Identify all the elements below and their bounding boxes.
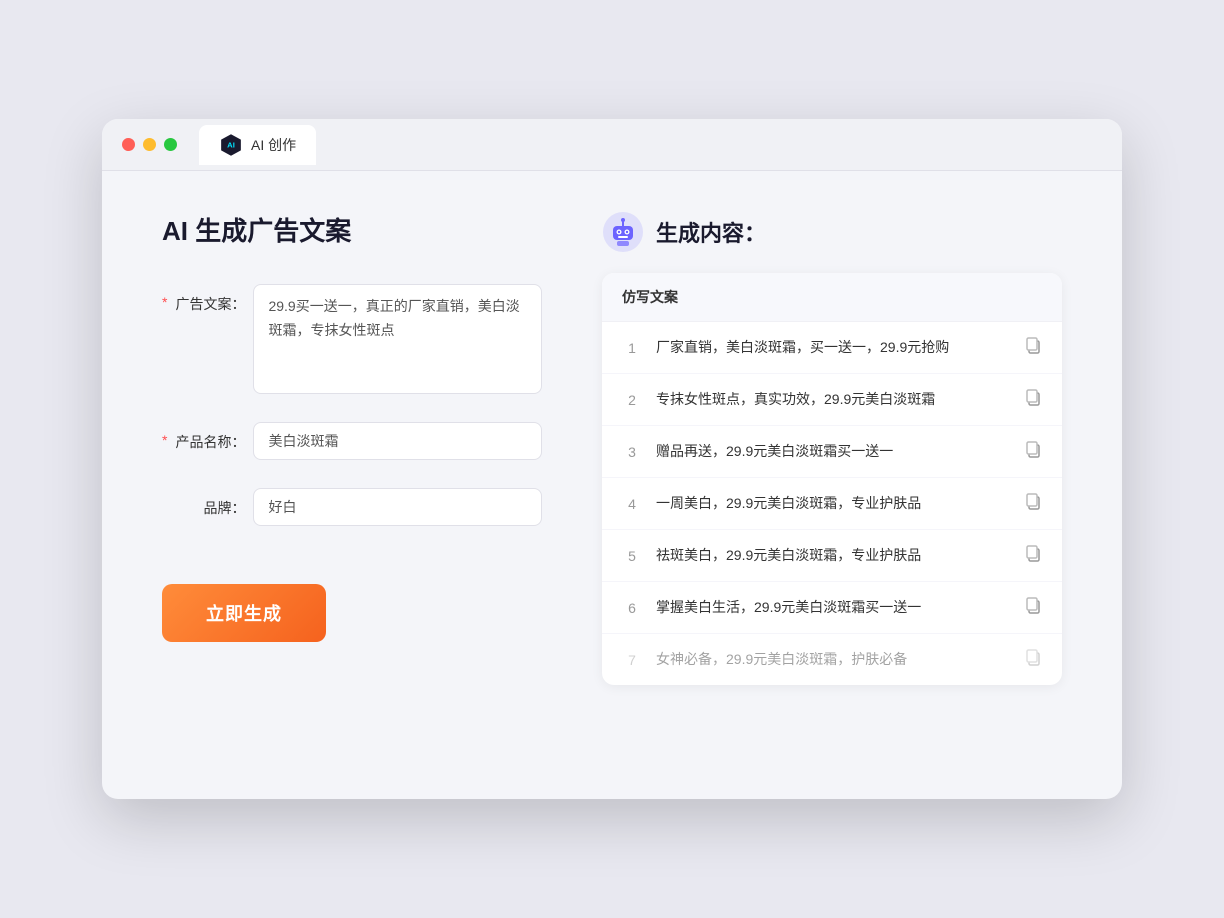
tab-label: AI 创作: [251, 135, 296, 155]
row-number: 7: [622, 652, 642, 668]
copy-icon[interactable]: [1024, 388, 1042, 411]
ad-copy-textarea[interactable]: 29.9买一送一，真正的厂家直销，美白淡斑霜，专抹女性斑点: [253, 284, 542, 394]
title-bar: AI AI 创作: [102, 119, 1122, 171]
result-row: 7 女神必备，29.9元美白淡斑霜，护肤必备: [602, 634, 1062, 685]
bot-icon: [602, 211, 644, 253]
row-text: 掌握美白生活，29.9元美白淡斑霜买一送一: [656, 597, 1010, 618]
row-text: 祛斑美白，29.9元美白淡斑霜，专业护肤品: [656, 545, 1010, 566]
right-panel: 生成内容： 仿写文案 1 厂家直销，美白淡斑霜，买一送一，29.9元抢购 2 专抹女…: [602, 211, 1062, 685]
result-row: 6 掌握美白生活，29.9元美白淡斑霜买一送一: [602, 582, 1062, 634]
brand-group: * 品牌： 好白: [162, 488, 542, 526]
results-container: 1 厂家直销，美白淡斑霜，买一送一，29.9元抢购 2 专抹女性斑点，真实功效，29…: [602, 322, 1062, 685]
result-row: 3 赠品再送，29.9元美白淡斑霜买一送一: [602, 426, 1062, 478]
result-row: 5 祛斑美白，29.9元美白淡斑霜，专业护肤品: [602, 530, 1062, 582]
minimize-button[interactable]: [143, 138, 156, 151]
copy-icon[interactable]: [1024, 544, 1042, 567]
ad-copy-label: 广告文案：: [175, 284, 245, 314]
results-header: 仿写文案: [602, 273, 1062, 322]
row-number: 1: [622, 340, 642, 356]
main-content: AI 生成广告文案 * 广告文案： 29.9买一送一，真正的厂家直销，美白淡斑霜…: [102, 171, 1122, 725]
row-text: 一周美白，29.9元美白淡斑霜，专业护肤品: [656, 493, 1010, 514]
product-name-input[interactable]: 美白淡斑霜: [253, 422, 542, 460]
product-name-required-star: *: [162, 422, 167, 448]
row-number: 3: [622, 444, 642, 460]
product-name-label: 产品名称：: [175, 422, 245, 452]
page-title: AI 生成广告文案: [162, 211, 542, 248]
row-number: 2: [622, 392, 642, 408]
ad-copy-group: * 广告文案： 29.9买一送一，真正的厂家直销，美白淡斑霜，专抹女性斑点: [162, 284, 542, 394]
copy-icon[interactable]: [1024, 336, 1042, 359]
copy-icon[interactable]: [1024, 648, 1042, 671]
brand-spacer: *: [162, 488, 167, 514]
maximize-button[interactable]: [164, 138, 177, 151]
copy-icon[interactable]: [1024, 440, 1042, 463]
copy-icon[interactable]: [1024, 492, 1042, 515]
ad-copy-required-star: *: [162, 284, 167, 310]
row-number: 6: [622, 600, 642, 616]
close-button[interactable]: [122, 138, 135, 151]
row-number: 4: [622, 496, 642, 512]
result-row: 1 厂家直销，美白淡斑霜，买一送一，29.9元抢购: [602, 322, 1062, 374]
svg-text:AI: AI: [227, 140, 235, 149]
brand-input[interactable]: 好白: [253, 488, 542, 526]
row-number: 5: [622, 548, 642, 564]
ai-logo-icon: AI: [219, 133, 243, 157]
results-table: 仿写文案 1 厂家直销，美白淡斑霜，买一送一，29.9元抢购 2 专抹女性斑点，真实…: [602, 273, 1062, 685]
generate-button[interactable]: 立即生成: [162, 584, 326, 642]
copy-icon[interactable]: [1024, 596, 1042, 619]
traffic-lights: [122, 138, 177, 151]
row-text: 厂家直销，美白淡斑霜，买一送一，29.9元抢购: [656, 337, 1010, 358]
brand-label: 品牌：: [175, 488, 245, 518]
browser-window: AI AI 创作 AI 生成广告文案 * 广告文案： 29.9买一送一，真正的厂…: [102, 119, 1122, 799]
result-row: 4 一周美白，29.9元美白淡斑霜，专业护肤品: [602, 478, 1062, 530]
active-tab[interactable]: AI AI 创作: [199, 125, 316, 165]
row-text: 赠品再送，29.9元美白淡斑霜买一送一: [656, 441, 1010, 462]
row-text: 女神必备，29.9元美白淡斑霜，护肤必备: [656, 649, 1010, 670]
row-text: 专抹女性斑点，真实功效，29.9元美白淡斑霜: [656, 389, 1010, 410]
right-title: 生成内容：: [656, 216, 766, 248]
left-panel: AI 生成广告文案 * 广告文案： 29.9买一送一，真正的厂家直销，美白淡斑霜…: [162, 211, 542, 685]
right-header: 生成内容：: [602, 211, 1062, 253]
result-row: 2 专抹女性斑点，真实功效，29.9元美白淡斑霜: [602, 374, 1062, 426]
product-name-group: * 产品名称： 美白淡斑霜: [162, 422, 542, 460]
